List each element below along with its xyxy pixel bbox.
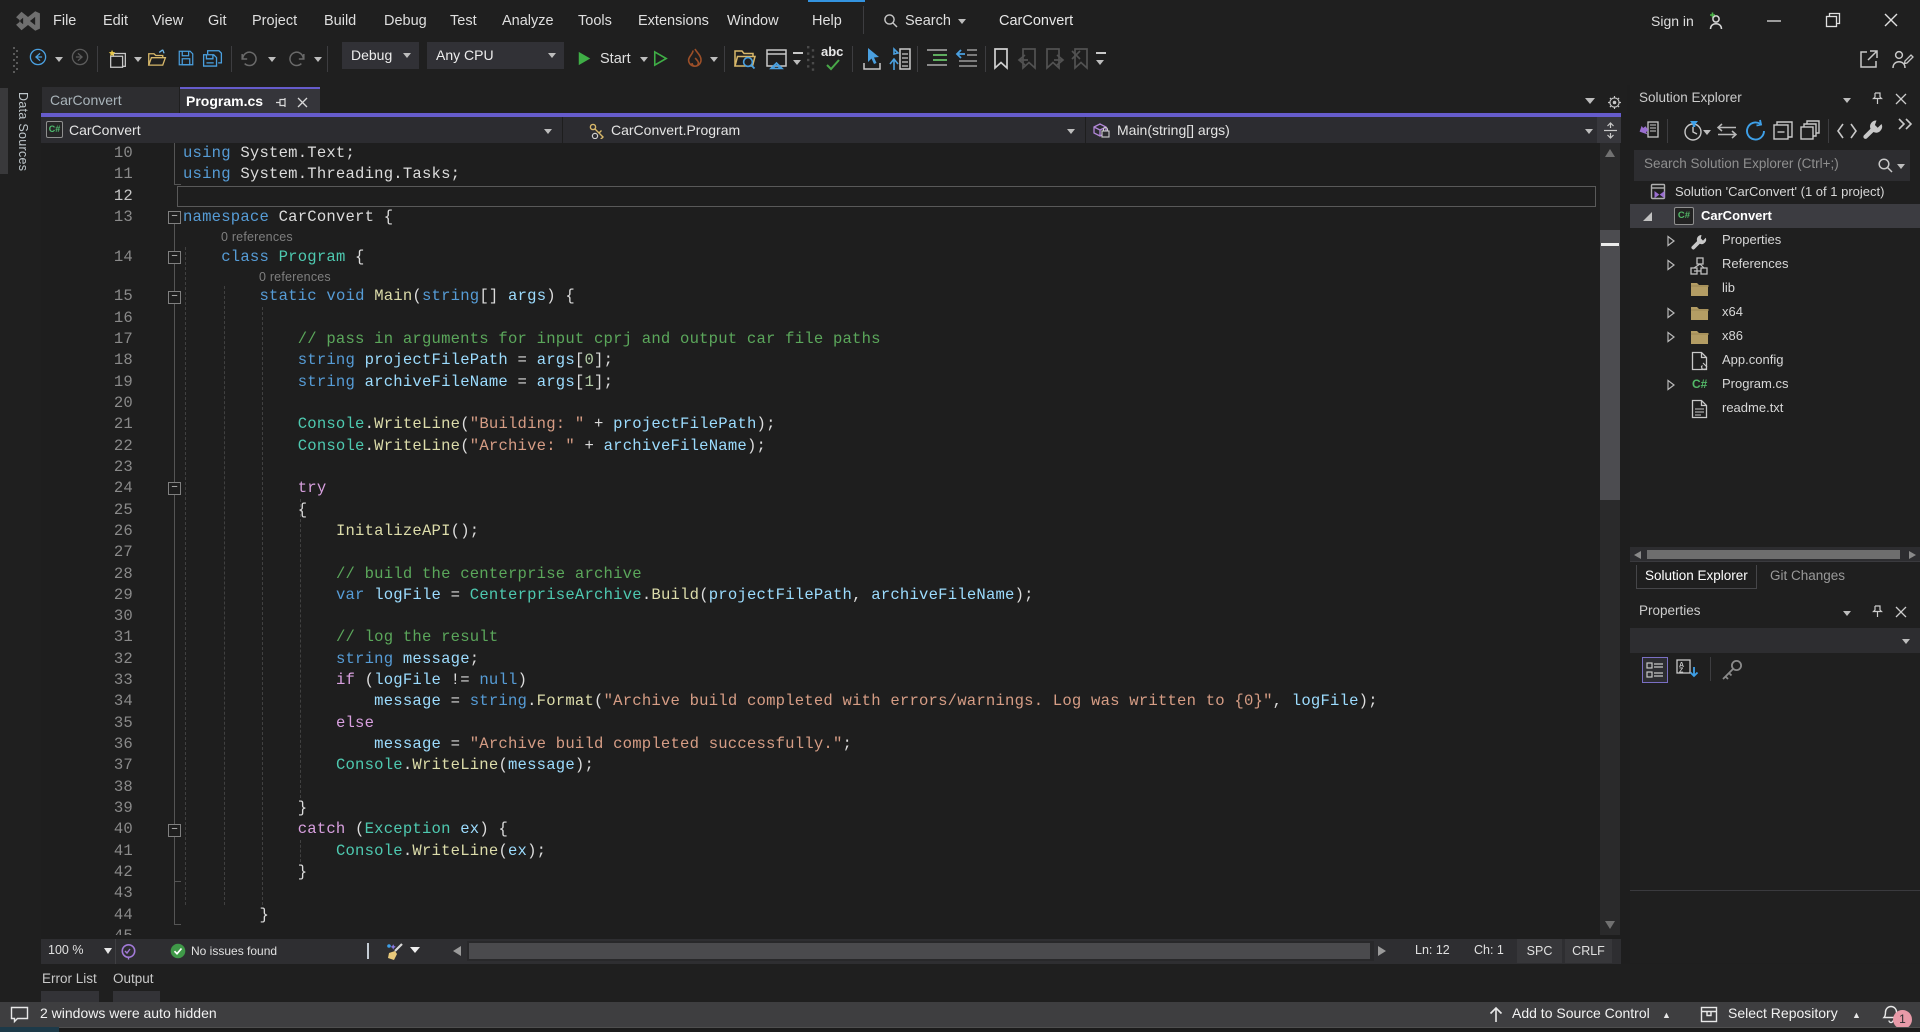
svg-text:Z: Z <box>1679 668 1684 675</box>
